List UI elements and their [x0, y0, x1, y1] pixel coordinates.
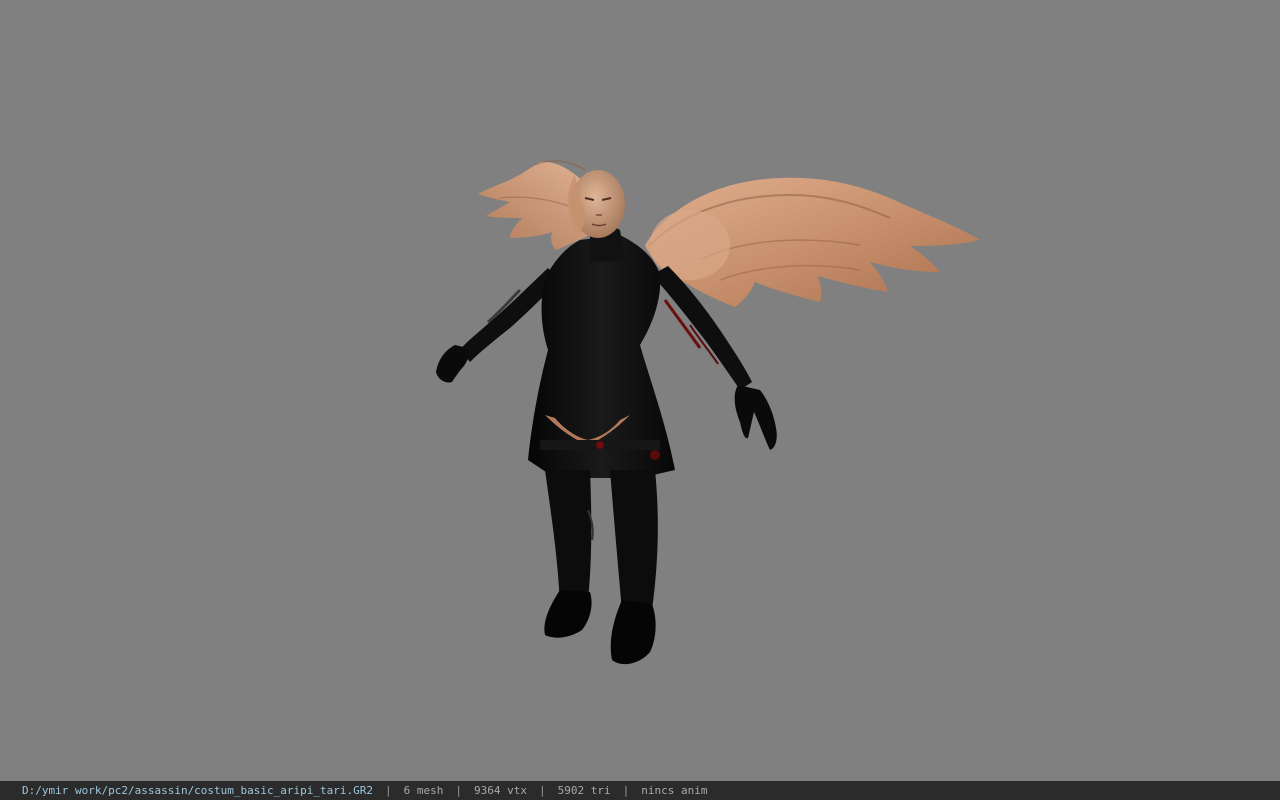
separator: |	[622, 784, 630, 797]
separator: |	[538, 784, 546, 797]
file-path-label: D:/ymir work/pc2/assassin/costum_basic_a…	[22, 784, 373, 797]
legs	[544, 470, 658, 665]
right-wing	[645, 177, 980, 307]
vertex-count-label: 9364 vtx	[474, 784, 527, 797]
separator: |	[455, 784, 462, 797]
separator: |	[385, 784, 392, 797]
3d-viewport[interactable]	[0, 0, 1280, 781]
mesh-count-label: 6 mesh	[403, 784, 444, 797]
status-bar: D:/ymir work/pc2/assassin/costum_basic_a…	[0, 781, 1280, 800]
triangle-count-label: 5902 tri	[557, 784, 611, 797]
torso	[528, 226, 675, 478]
character-model[interactable]	[0, 0, 1280, 781]
left-arm	[436, 268, 560, 383]
animation-status-label: nincs anim	[641, 784, 708, 797]
